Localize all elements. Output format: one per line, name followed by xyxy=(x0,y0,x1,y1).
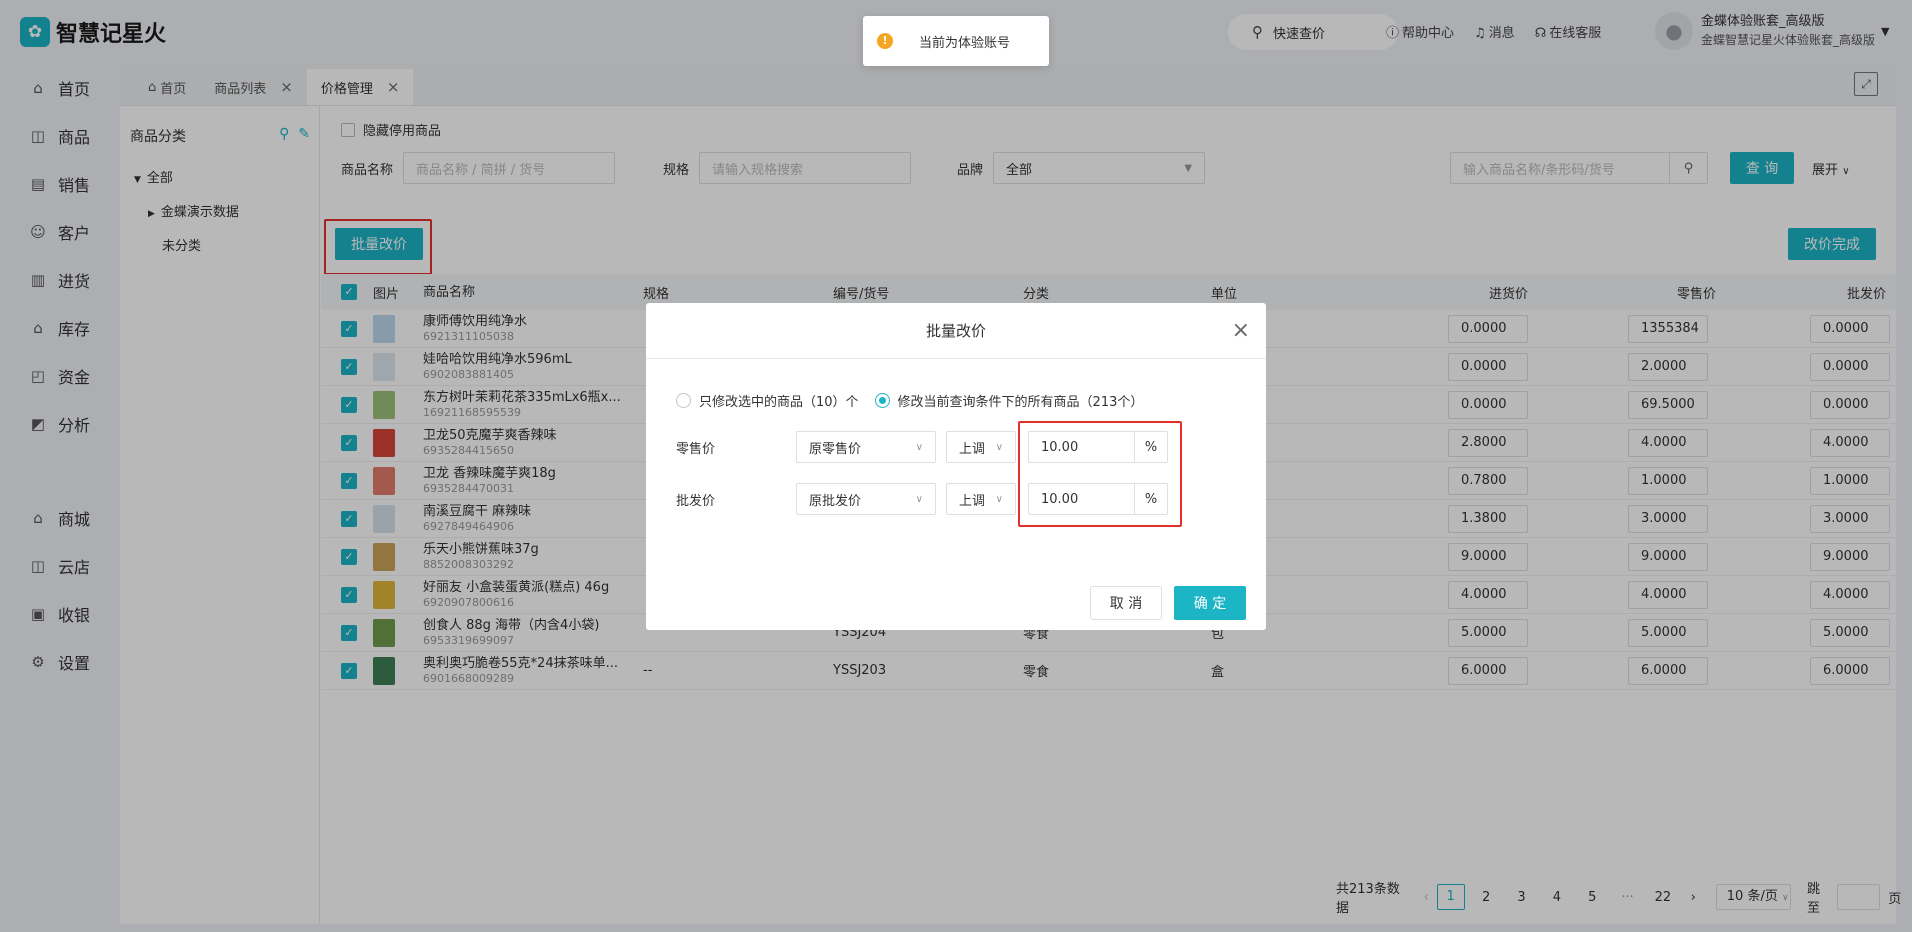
toast-text: 当前为体验账号 xyxy=(919,35,1011,51)
warning-icon: ! xyxy=(877,33,893,49)
radio-selected-goods[interactable] xyxy=(676,393,691,408)
wholesale-direction-select[interactable]: 上调 ∨ xyxy=(946,483,1016,515)
option-label: 只修改选中的商品（10）个 xyxy=(699,395,859,410)
chevron-down-icon: ∨ xyxy=(915,441,923,453)
dialog-footer: 取 消 确 定 xyxy=(1090,586,1246,620)
option-label: 修改当前查询条件下的所有商品（213个） xyxy=(897,395,1144,410)
retail-direction-value: 上调 xyxy=(959,441,986,457)
cancel-button[interactable]: 取 消 xyxy=(1090,586,1162,620)
chevron-down-icon: ∨ xyxy=(995,441,1003,453)
option-all-goods[interactable]: 修改当前查询条件下的所有商品（213个） xyxy=(874,391,1144,410)
wholesale-direction-value: 上调 xyxy=(959,493,986,509)
option-selected-goods[interactable]: 只修改选中的商品（10）个 xyxy=(676,391,859,410)
chevron-down-icon: ∨ xyxy=(915,493,923,505)
retail-base-value: 原零售价 xyxy=(809,441,862,457)
wholesale-price-label: 批发价 xyxy=(676,493,716,509)
dialog-title: 批量改价 xyxy=(925,322,986,340)
percent-inputs-highlight xyxy=(1018,421,1182,527)
dialog-header: 批量改价 × xyxy=(646,303,1266,359)
trial-account-toast: ! 当前为体验账号 xyxy=(863,16,1049,66)
wholesale-base-value: 原批发价 xyxy=(809,493,862,509)
retail-price-label: 零售价 xyxy=(676,441,716,457)
scope-options: 只修改选中的商品（10）个 修改当前查询条件下的所有商品（213个） xyxy=(676,391,1143,410)
retail-base-select[interactable]: 原零售价 ∨ xyxy=(796,431,936,463)
wholesale-base-select[interactable]: 原批发价 ∨ xyxy=(796,483,936,515)
radio-all-goods[interactable] xyxy=(874,393,890,408)
batch-price-dialog: 批量改价 × 只修改选中的商品（10）个 修改当前查询条件下的所有商品（213个… xyxy=(646,303,1266,630)
close-icon[interactable]: × xyxy=(1232,303,1250,359)
chevron-down-icon: ∨ xyxy=(995,493,1003,505)
retail-direction-select[interactable]: 上调 ∨ xyxy=(946,431,1016,463)
confirm-button[interactable]: 确 定 xyxy=(1174,586,1246,620)
